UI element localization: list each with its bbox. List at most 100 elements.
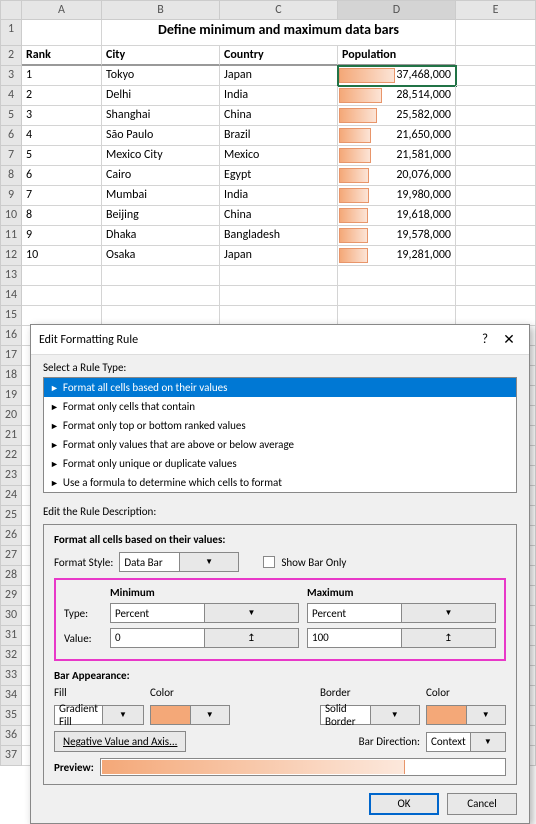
header-country[interactable]: Country [220,46,338,66]
cell[interactable] [456,186,536,206]
row-header[interactable]: 35 [0,706,22,726]
cell-population[interactable]: 19,618,000 [338,206,456,226]
cell-rank[interactable]: 1 [22,66,102,86]
row-header[interactable]: 2 [0,46,22,66]
row-header[interactable]: 36 [0,726,22,746]
header-population[interactable]: Population [338,46,456,66]
cell-population[interactable]: 37,468,000 [338,66,456,86]
row-header[interactable]: 11 [0,226,22,246]
min-value-input[interactable]: 0↥ [110,628,299,648]
cell[interactable] [338,286,456,306]
cell-population[interactable]: 28,514,000 [338,86,456,106]
range-ref-icon[interactable]: ↥ [204,629,298,647]
cell[interactable] [338,266,456,286]
cell-country[interactable]: Bangladesh [220,226,338,246]
row-header[interactable]: 6 [0,126,22,146]
cell-country[interactable]: Japan [220,246,338,266]
cell-rank[interactable]: 2 [22,86,102,106]
cell[interactable] [22,286,102,306]
row-header[interactable]: 16 [0,326,22,346]
cell-population[interactable]: 19,578,000 [338,226,456,246]
header-rank[interactable]: Rank [22,46,102,66]
cell-rank[interactable]: 9 [22,226,102,246]
cell[interactable] [220,306,338,326]
cell[interactable] [456,206,536,226]
rule-type-list[interactable]: ►Format all cells based on their values►… [43,377,517,493]
cell-population[interactable]: 19,281,000 [338,246,456,266]
row-header[interactable]: 34 [0,686,22,706]
col-header-e[interactable]: E [456,0,536,20]
cell-city[interactable]: Delhi [102,86,220,106]
rule-type-item[interactable]: ►Format only top or bottom ranked values [44,416,516,435]
help-button[interactable]: ? [473,332,497,347]
col-header-b[interactable]: B [102,0,220,20]
row-header[interactable]: 21 [0,426,22,446]
dialog-titlebar[interactable]: Edit Formatting Rule ? ✕ [31,325,529,355]
row-header[interactable]: 18 [0,366,22,386]
cell-country[interactable]: Brazil [220,126,338,146]
cell-city[interactable]: Shanghai [102,106,220,126]
cell[interactable] [22,306,102,326]
show-bar-only-checkbox[interactable] [263,556,275,568]
row-header[interactable]: 26 [0,526,22,546]
cell-rank[interactable]: 10 [22,246,102,266]
row-header[interactable]: 29 [0,586,22,606]
cell-rank[interactable]: 4 [22,126,102,146]
row-header[interactable]: 19 [0,386,22,406]
row-header[interactable]: 17 [0,346,22,366]
rule-type-item[interactable]: ►Format only unique or duplicate values [44,454,516,473]
row-header[interactable]: 15 [0,306,22,326]
rule-type-item[interactable]: ►Format all cells based on their values [44,378,516,397]
cell-rank[interactable]: 3 [22,106,102,126]
cell[interactable] [456,266,536,286]
cell[interactable] [456,306,536,326]
cell-city[interactable]: Mumbai [102,186,220,206]
row-header[interactable]: 37 [0,746,22,766]
cell-city[interactable]: Dhaka [102,226,220,246]
cell[interactable] [456,146,536,166]
cell[interactable] [456,106,536,126]
border-color-combo[interactable]: ▼ [426,705,506,725]
cell-population[interactable]: 20,076,000 [338,166,456,186]
cell-country[interactable]: India [220,186,338,206]
row-header[interactable]: 8 [0,166,22,186]
col-header-c[interactable]: C [220,0,338,20]
row-header[interactable]: 9 [0,186,22,206]
cell[interactable] [456,246,536,266]
row-header[interactable]: 13 [0,266,22,286]
cell-rank[interactable]: 5 [22,146,102,166]
cell-population[interactable]: 21,650,000 [338,126,456,146]
cell[interactable] [456,86,536,106]
row-header[interactable]: 12 [0,246,22,266]
range-ref-icon[interactable]: ↥ [401,629,495,647]
cell-rank[interactable]: 6 [22,166,102,186]
row-header[interactable]: 1 [0,20,22,46]
title-cell[interactable]: Define minimum and maximum data bars [102,20,456,46]
cell[interactable] [220,286,338,306]
format-style-combo[interactable]: Data Bar ▼ [119,552,239,572]
row-header[interactable]: 33 [0,666,22,686]
row-header[interactable]: 28 [0,566,22,586]
rule-type-item[interactable]: ►Format only values that are above or be… [44,435,516,454]
row-header[interactable]: 14 [0,286,22,306]
cell[interactable] [456,126,536,146]
cell[interactable] [456,66,536,86]
cell[interactable] [22,266,102,286]
rule-type-item[interactable]: ►Format only cells that contain [44,397,516,416]
cell[interactable] [102,306,220,326]
col-header-a[interactable]: A [22,0,102,20]
row-header[interactable]: 23 [0,466,22,486]
bar-direction-combo[interactable]: Context▼ [426,732,506,752]
cell-city[interactable]: Osaka [102,246,220,266]
cell[interactable] [22,20,102,46]
header-city[interactable]: City [102,46,220,66]
cell[interactable] [102,266,220,286]
cell[interactable] [456,166,536,186]
cell-city[interactable]: São Paulo [102,126,220,146]
row-header[interactable]: 20 [0,406,22,426]
cell-rank[interactable]: 7 [22,186,102,206]
cell[interactable] [220,266,338,286]
cell-population[interactable]: 25,582,000 [338,106,456,126]
row-header[interactable]: 7 [0,146,22,166]
cell-country[interactable]: China [220,106,338,126]
